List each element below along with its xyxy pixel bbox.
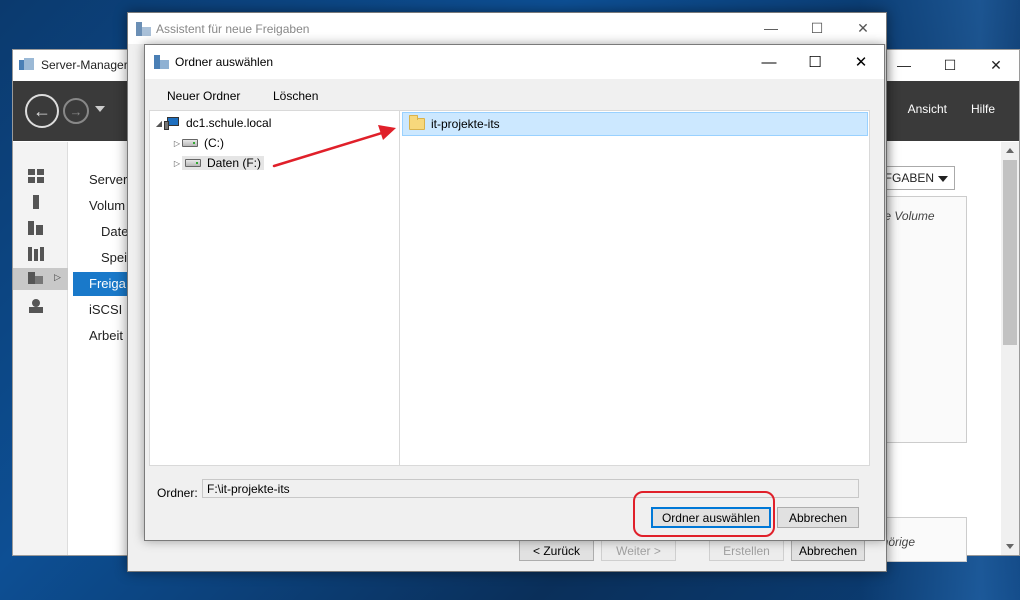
annotation-arrow	[272, 125, 396, 168]
